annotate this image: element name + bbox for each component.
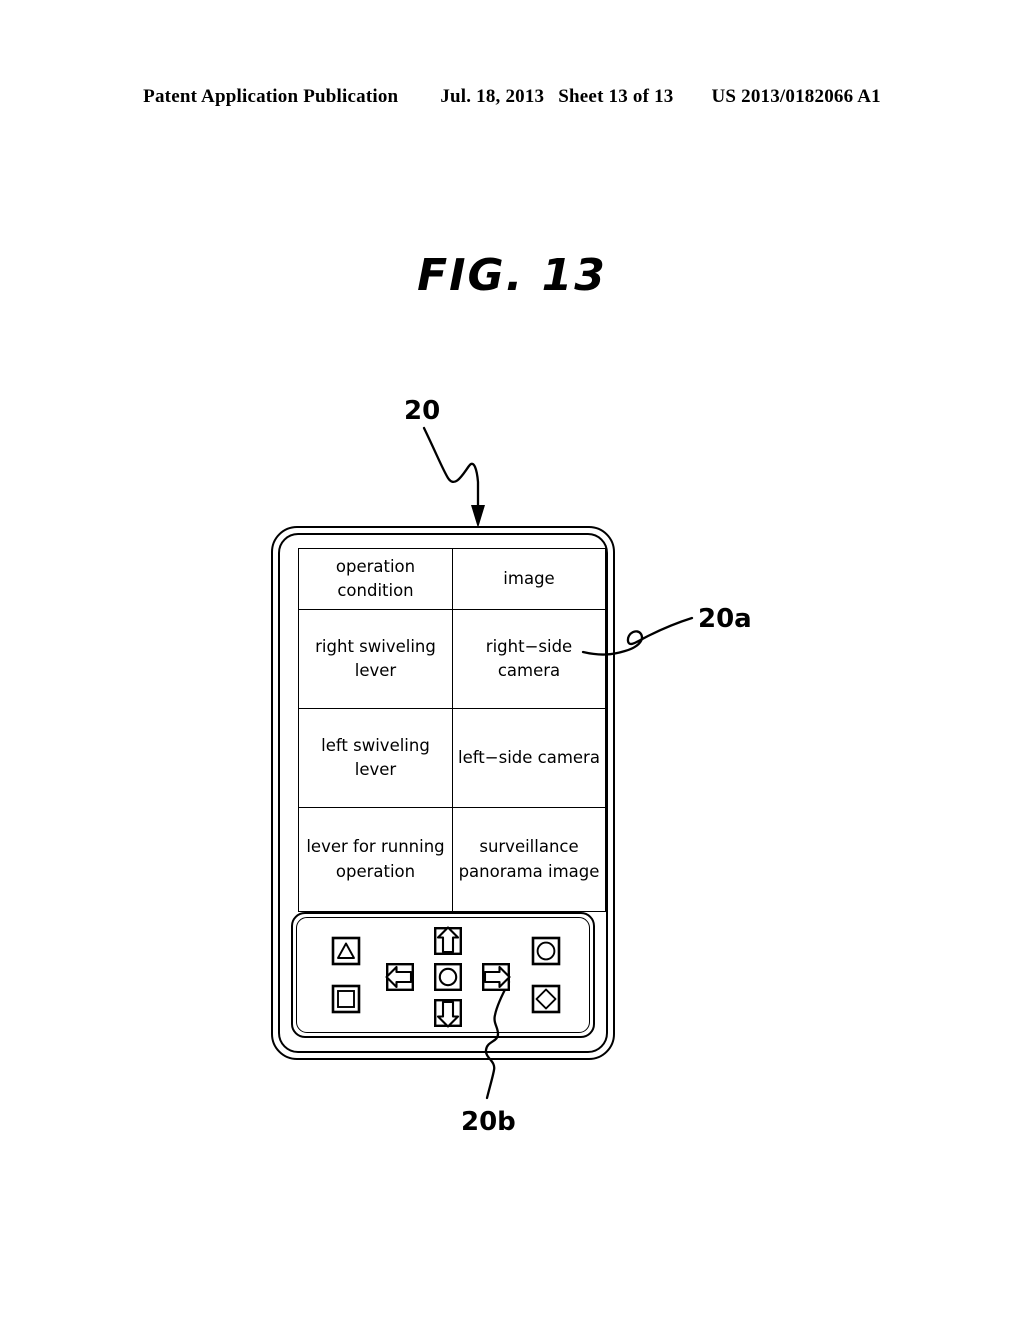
table-header-operation-condition: operation condition xyxy=(298,548,453,610)
table-row: left swiveling lever left−side camera xyxy=(298,708,606,808)
cell-image: right−side camera xyxy=(452,609,606,709)
diamond-button[interactable] xyxy=(531,984,561,1014)
enter-button[interactable] xyxy=(433,962,463,992)
cell-operation-condition: right swiveling lever xyxy=(298,609,453,709)
button-panel xyxy=(291,912,595,1038)
table-row: lever for running operation surveillance… xyxy=(298,807,606,912)
cell-image: left−side camera xyxy=(452,708,606,808)
table-row: right swiveling lever right−side camera xyxy=(298,609,606,709)
table-header-row: operation condition image xyxy=(298,548,606,610)
cell-image: surveillance panorama image xyxy=(452,807,606,912)
reference-numeral-20: 20 xyxy=(404,396,441,426)
left-arrow-button[interactable] xyxy=(385,962,415,992)
square-button[interactable] xyxy=(331,984,361,1014)
leader-line-20 xyxy=(422,426,485,528)
reference-numeral-20b: 20b xyxy=(461,1107,516,1137)
up-arrow-button[interactable] xyxy=(433,926,463,956)
triangle-button[interactable] xyxy=(331,936,361,966)
circle-button[interactable] xyxy=(531,936,561,966)
controller-device: operation condition image right swivelin… xyxy=(271,526,615,1060)
reference-numeral-20a: 20a xyxy=(698,604,752,634)
right-arrow-button[interactable] xyxy=(481,962,511,992)
table-header-image: image xyxy=(452,548,606,610)
down-arrow-button[interactable] xyxy=(433,998,463,1028)
operation-image-table: operation condition image right swivelin… xyxy=(298,548,606,912)
cell-operation-condition: left swiveling lever xyxy=(298,708,453,808)
cell-operation-condition: lever for running operation xyxy=(298,807,453,912)
